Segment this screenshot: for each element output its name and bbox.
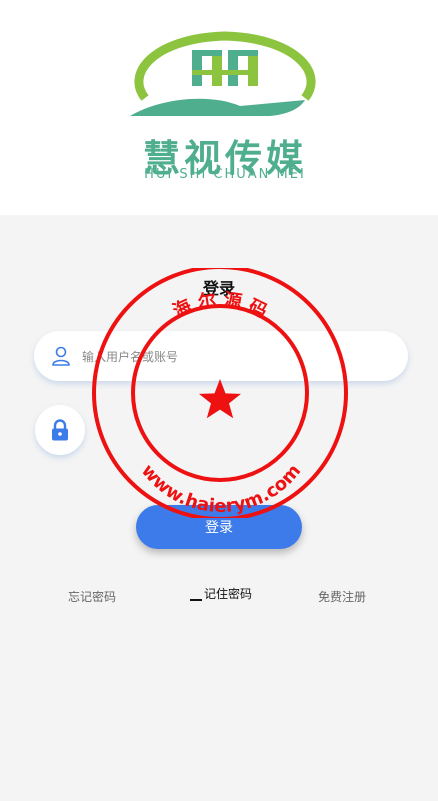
remember-label: 记住密码 — [204, 587, 253, 601]
star-icon — [199, 379, 241, 419]
forgot-password-link[interactable]: 忘记密码 — [68, 588, 116, 605]
remember-password-toggle[interactable]: 记住密码 — [190, 585, 252, 602]
username-input[interactable] — [80, 341, 384, 373]
logo: 慧视传媒 HUI SHI CHUAN MEI — [100, 28, 350, 183]
lock-icon — [52, 419, 68, 441]
logo-pinyin-text: HUI SHI CHUAN MEI — [144, 167, 306, 182]
password-field[interactable] — [35, 405, 85, 455]
user-icon — [52, 346, 70, 366]
logo-emblem-icon — [130, 31, 316, 116]
login-title: 登录 — [202, 279, 235, 298]
register-link[interactable]: 免费注册 — [318, 588, 366, 605]
watermark-stamp: 海 尔 源 码 www.haierym.com — [92, 268, 348, 518]
remember-checkbox[interactable] — [190, 599, 202, 601]
login-button[interactable]: 登录 — [136, 505, 302, 549]
username-field[interactable] — [34, 331, 408, 381]
app-header: 慧视传媒 HUI SHI CHUAN MEI — [0, 0, 438, 215]
